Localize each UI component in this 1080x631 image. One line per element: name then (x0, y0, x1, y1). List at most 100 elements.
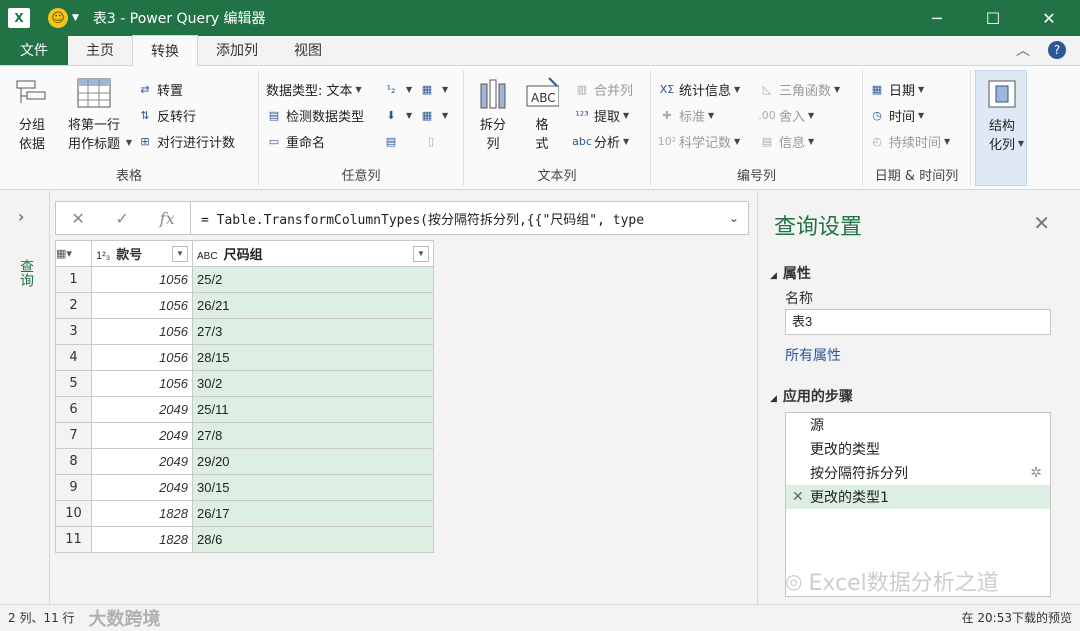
rename-button[interactable]: ▭ 重命名 (266, 130, 325, 152)
cell[interactable]: 29/20 (192, 448, 434, 475)
cell[interactable]: 1056 (91, 370, 193, 397)
convert-list-button[interactable]: ▤ (383, 130, 403, 152)
fill-button[interactable]: ⬇ ▼ (383, 104, 412, 126)
smiley-feedback-icon[interactable]: ☺ (48, 8, 68, 28)
cell[interactable]: 2049 (91, 474, 193, 501)
date-button[interactable]: ▦ 日期 ▼ (869, 78, 924, 100)
cell[interactable]: 1056 (91, 318, 193, 345)
column-header-kuanhao[interactable]: 1²₃ 款号 ▼ (91, 240, 193, 267)
cell[interactable]: 1056 (91, 292, 193, 319)
use-first-row-button[interactable]: 将第一行 用作标题 ▼ (58, 76, 132, 154)
standard-button[interactable]: ✚ 标准 ▼ (659, 104, 714, 126)
applied-steps-header[interactable]: ◢ 应用的步骤 (770, 386, 853, 406)
cell[interactable]: 1056 (91, 344, 193, 371)
cell[interactable]: 2049 (91, 422, 193, 449)
cell[interactable]: 30/15 (192, 474, 434, 501)
delete-step-icon[interactable]: ✕ (792, 489, 804, 505)
step-item[interactable]: 更改的类型 (786, 437, 1050, 461)
time-button[interactable]: ◷ 时间 ▼ (869, 104, 924, 126)
statistics-button[interactable]: XΣ 统计信息 ▼ (659, 78, 740, 100)
maximize-button[interactable]: ☐ (966, 0, 1020, 36)
step-item[interactable]: 按分隔符拆分列 ✲ (786, 461, 1050, 485)
all-properties-link[interactable]: 所有属性 (785, 345, 841, 365)
trigonometry-button[interactable]: ◺ 三角函数 ▼ (759, 78, 840, 100)
formula-expand-icon[interactable]: ⌄ (720, 211, 748, 225)
cell[interactable]: 28/15 (192, 344, 434, 371)
number-type-icon[interactable]: 1²₃ (96, 250, 110, 262)
duration-button[interactable]: ◴ 持续时间 ▼ (869, 130, 950, 152)
tab-view[interactable]: 视图 (276, 35, 340, 65)
tab-transform[interactable]: 转换 (132, 35, 198, 66)
gear-icon[interactable]: ✲ (1030, 465, 1042, 481)
replace-values-button[interactable]: ¹₂ ▼ (383, 78, 413, 100)
information-button[interactable]: ▤ 信息 ▼ (759, 130, 814, 152)
step-item[interactable]: 源 (786, 413, 1050, 437)
help-icon[interactable]: ? (1048, 41, 1066, 59)
close-button[interactable]: ✕ (1022, 0, 1076, 36)
split-column-button[interactable]: 拆分 列 (472, 76, 514, 154)
detect-type-button[interactable]: ▤ 检测数据类型 (266, 104, 364, 126)
parse-button[interactable]: abc 分析 ▼ (572, 130, 629, 152)
cell[interactable]: 1828 (91, 526, 193, 553)
row-number[interactable]: 2 (55, 292, 92, 319)
format-button[interactable]: ABC 格 式 (522, 76, 562, 154)
column-header-chimazu[interactable]: ABC 尺码组 ▼ (192, 240, 434, 267)
fx-button[interactable]: fx (160, 209, 175, 228)
row-number[interactable]: 8 (55, 448, 92, 475)
close-icon[interactable]: ✕ (1033, 211, 1050, 235)
tab-home[interactable]: 主页 (68, 35, 132, 65)
cell[interactable]: 1828 (91, 500, 193, 527)
structured-column-button[interactable]: 结构 化列 ▼ (980, 77, 1024, 155)
row-number[interactable]: 11 (55, 526, 92, 553)
cell[interactable]: 27/8 (192, 422, 434, 449)
row-number[interactable]: 4 (55, 344, 92, 371)
cell[interactable]: 27/3 (192, 318, 434, 345)
queries-label[interactable]: 查询 (16, 259, 36, 287)
data-type-dropdown[interactable]: 数据类型: 文本 ▼ (266, 78, 362, 100)
table-menu-button[interactable]: ▦▾ (55, 240, 92, 267)
cell[interactable]: 25/2 (192, 266, 434, 293)
quick-access-dropdown-icon[interactable]: ▼ (72, 13, 79, 23)
confirm-formula-button[interactable]: ✓ (116, 209, 129, 228)
cell[interactable]: 30/2 (192, 370, 434, 397)
cell[interactable]: 1056 (91, 266, 193, 293)
minimize-button[interactable]: ─ (910, 0, 964, 36)
move-button[interactable]: ▦ ▼ (419, 104, 448, 126)
cell[interactable]: 26/17 (192, 500, 434, 527)
cancel-formula-button[interactable]: ✕ (71, 209, 84, 228)
pivot-button[interactable]: ▦ ▼ (419, 78, 448, 100)
filter-dropdown-icon[interactable]: ▼ (172, 245, 188, 262)
properties-header[interactable]: ◢ 属性 (770, 263, 811, 283)
query-name-input[interactable]: 表3 (785, 309, 1051, 335)
reverse-rows-button[interactable]: ⇅ 反转行 (137, 104, 196, 126)
cell[interactable]: 28/6 (192, 526, 434, 553)
collapse-ribbon-icon[interactable]: ︿ (1016, 40, 1030, 60)
rounding-button[interactable]: .00 舍入 ▼ (758, 104, 814, 126)
row-number[interactable]: 7 (55, 422, 92, 449)
menu-file[interactable]: 文件 (0, 35, 68, 65)
row-number[interactable]: 1 (55, 266, 92, 293)
row-number[interactable]: 6 (55, 396, 92, 423)
row-number[interactable]: 10 (55, 500, 92, 527)
row-number[interactable]: 9 (55, 474, 92, 501)
tab-add-column[interactable]: 添加列 (198, 35, 276, 65)
formula-input[interactable]: = Table.TransformColumnTypes(按分隔符拆分列,{{"… (191, 209, 720, 228)
text-type-icon[interactable]: ABC (197, 251, 218, 262)
cell[interactable]: 2049 (91, 396, 193, 423)
structured-group[interactable]: 结构 化列 ▼ (975, 70, 1027, 186)
merge-columns-button[interactable]: ▥ 合并列 (574, 78, 633, 100)
cell[interactable]: 25/11 (192, 396, 434, 423)
transpose-button[interactable]: ⇄ 转置 (137, 78, 183, 100)
step-item-selected[interactable]: ✕ 更改的类型1 (786, 485, 1050, 509)
cell[interactable]: 2049 (91, 448, 193, 475)
filter-dropdown-icon[interactable]: ▼ (413, 245, 429, 262)
count-rows-button[interactable]: ⊞ 对行进行计数 (137, 130, 235, 152)
row-number[interactable]: 3 (55, 318, 92, 345)
cell[interactable]: 26/21 (192, 292, 434, 319)
chevron-right-icon[interactable]: › (18, 207, 24, 226)
scientific-button[interactable]: 10² 科学记数 ▼ (658, 130, 740, 152)
group-by-button[interactable]: 分组 依据 (10, 76, 54, 154)
row-number[interactable]: 5 (55, 370, 92, 397)
mark-key-button[interactable]: ▯ (423, 130, 443, 152)
extract-button[interactable]: ¹²³ 提取 ▼ (574, 104, 629, 126)
